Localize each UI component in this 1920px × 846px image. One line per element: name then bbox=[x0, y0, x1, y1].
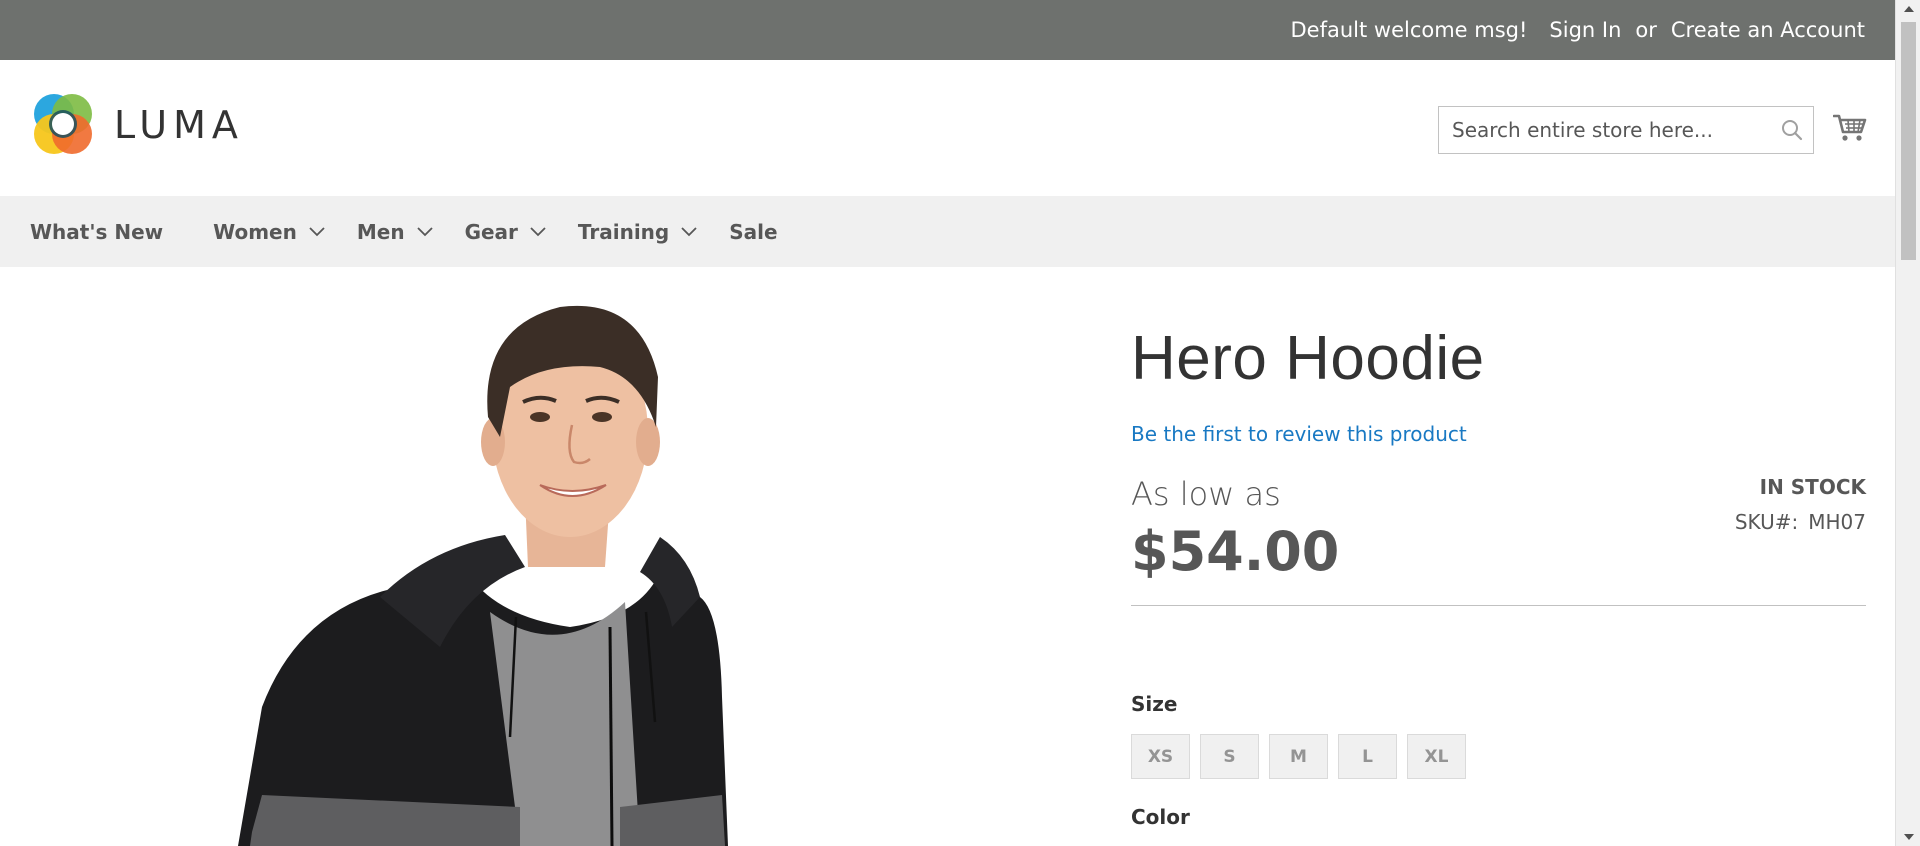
size-label: Size bbox=[1131, 692, 1178, 716]
nav-item-label: Men bbox=[356, 219, 405, 244]
size-swatches: XS S M L XL bbox=[1131, 734, 1466, 779]
sku-label: SKU#: bbox=[1734, 510, 1799, 534]
nav-item-men[interactable]: Men bbox=[357, 220, 433, 244]
nav-item-label: Sale bbox=[729, 219, 778, 244]
chevron-down-icon bbox=[309, 226, 325, 237]
cart-icon[interactable] bbox=[1830, 108, 1870, 148]
scroll-up-icon[interactable] bbox=[1904, 6, 1914, 12]
nav-item-label: Gear bbox=[464, 219, 518, 244]
chevron-down-icon bbox=[530, 226, 546, 237]
sku: SKU#: MH07 bbox=[1735, 510, 1866, 534]
nav-item-whats-new[interactable]: What's New bbox=[30, 220, 163, 244]
nav-item-sale[interactable]: Sale bbox=[729, 220, 777, 244]
search-input[interactable] bbox=[1439, 107, 1771, 153]
nav-item-label: Women bbox=[213, 219, 297, 244]
product-title: Hero Hoodie bbox=[1131, 324, 1485, 393]
logo[interactable]: LUMA bbox=[30, 92, 244, 158]
main-navigation: What's New Women Men Gear Training Sale bbox=[0, 196, 1895, 267]
product-image bbox=[238, 305, 728, 846]
review-link[interactable]: Be the first to review this product bbox=[1131, 422, 1467, 446]
nav-item-label: What's New bbox=[30, 219, 164, 244]
create-account-link[interactable]: Create an Account bbox=[1671, 18, 1865, 42]
nav-item-training[interactable]: Training bbox=[578, 220, 697, 244]
chevron-down-icon bbox=[681, 226, 697, 237]
scroll-down-icon[interactable] bbox=[1904, 834, 1914, 840]
welcome-message: Default welcome msg! bbox=[1290, 18, 1528, 42]
chevron-down-icon bbox=[416, 226, 433, 237]
header: LUMA bbox=[0, 60, 1895, 196]
nav-item-label: Training bbox=[577, 219, 670, 244]
sign-in-link[interactable]: Sign In bbox=[1549, 18, 1621, 42]
luma-logo-icon bbox=[34, 94, 92, 154]
size-option-s[interactable]: S bbox=[1200, 734, 1259, 779]
size-option-l[interactable]: L bbox=[1338, 734, 1397, 779]
top-bar: Default welcome msg! Sign In or Create a… bbox=[0, 0, 1895, 60]
size-option-m[interactable]: M bbox=[1269, 734, 1328, 779]
header-links: Default welcome msg! Sign In or Create a… bbox=[1290, 0, 1865, 60]
product-image-gallery[interactable] bbox=[0, 267, 1100, 846]
logo-text: LUMA bbox=[114, 103, 244, 147]
page-scrollbar[interactable] bbox=[1895, 0, 1920, 846]
size-option-xl[interactable]: XL bbox=[1407, 734, 1466, 779]
search-box[interactable] bbox=[1438, 106, 1814, 154]
price-prefix: As low as bbox=[1131, 475, 1281, 513]
divider bbox=[1131, 605, 1866, 606]
sku-value: MH07 bbox=[1808, 510, 1866, 534]
nav-item-gear[interactable]: Gear bbox=[465, 220, 546, 244]
scrollbar-thumb[interactable] bbox=[1901, 22, 1916, 260]
stock-status: IN STOCK bbox=[1759, 475, 1866, 499]
size-option-xs[interactable]: XS bbox=[1131, 734, 1190, 779]
nav-item-women[interactable]: Women bbox=[213, 220, 325, 244]
product-price: $54.00 bbox=[1131, 520, 1340, 583]
or-separator: or bbox=[1635, 18, 1657, 42]
color-label: Color bbox=[1131, 805, 1190, 829]
search-icon[interactable] bbox=[1771, 107, 1813, 153]
